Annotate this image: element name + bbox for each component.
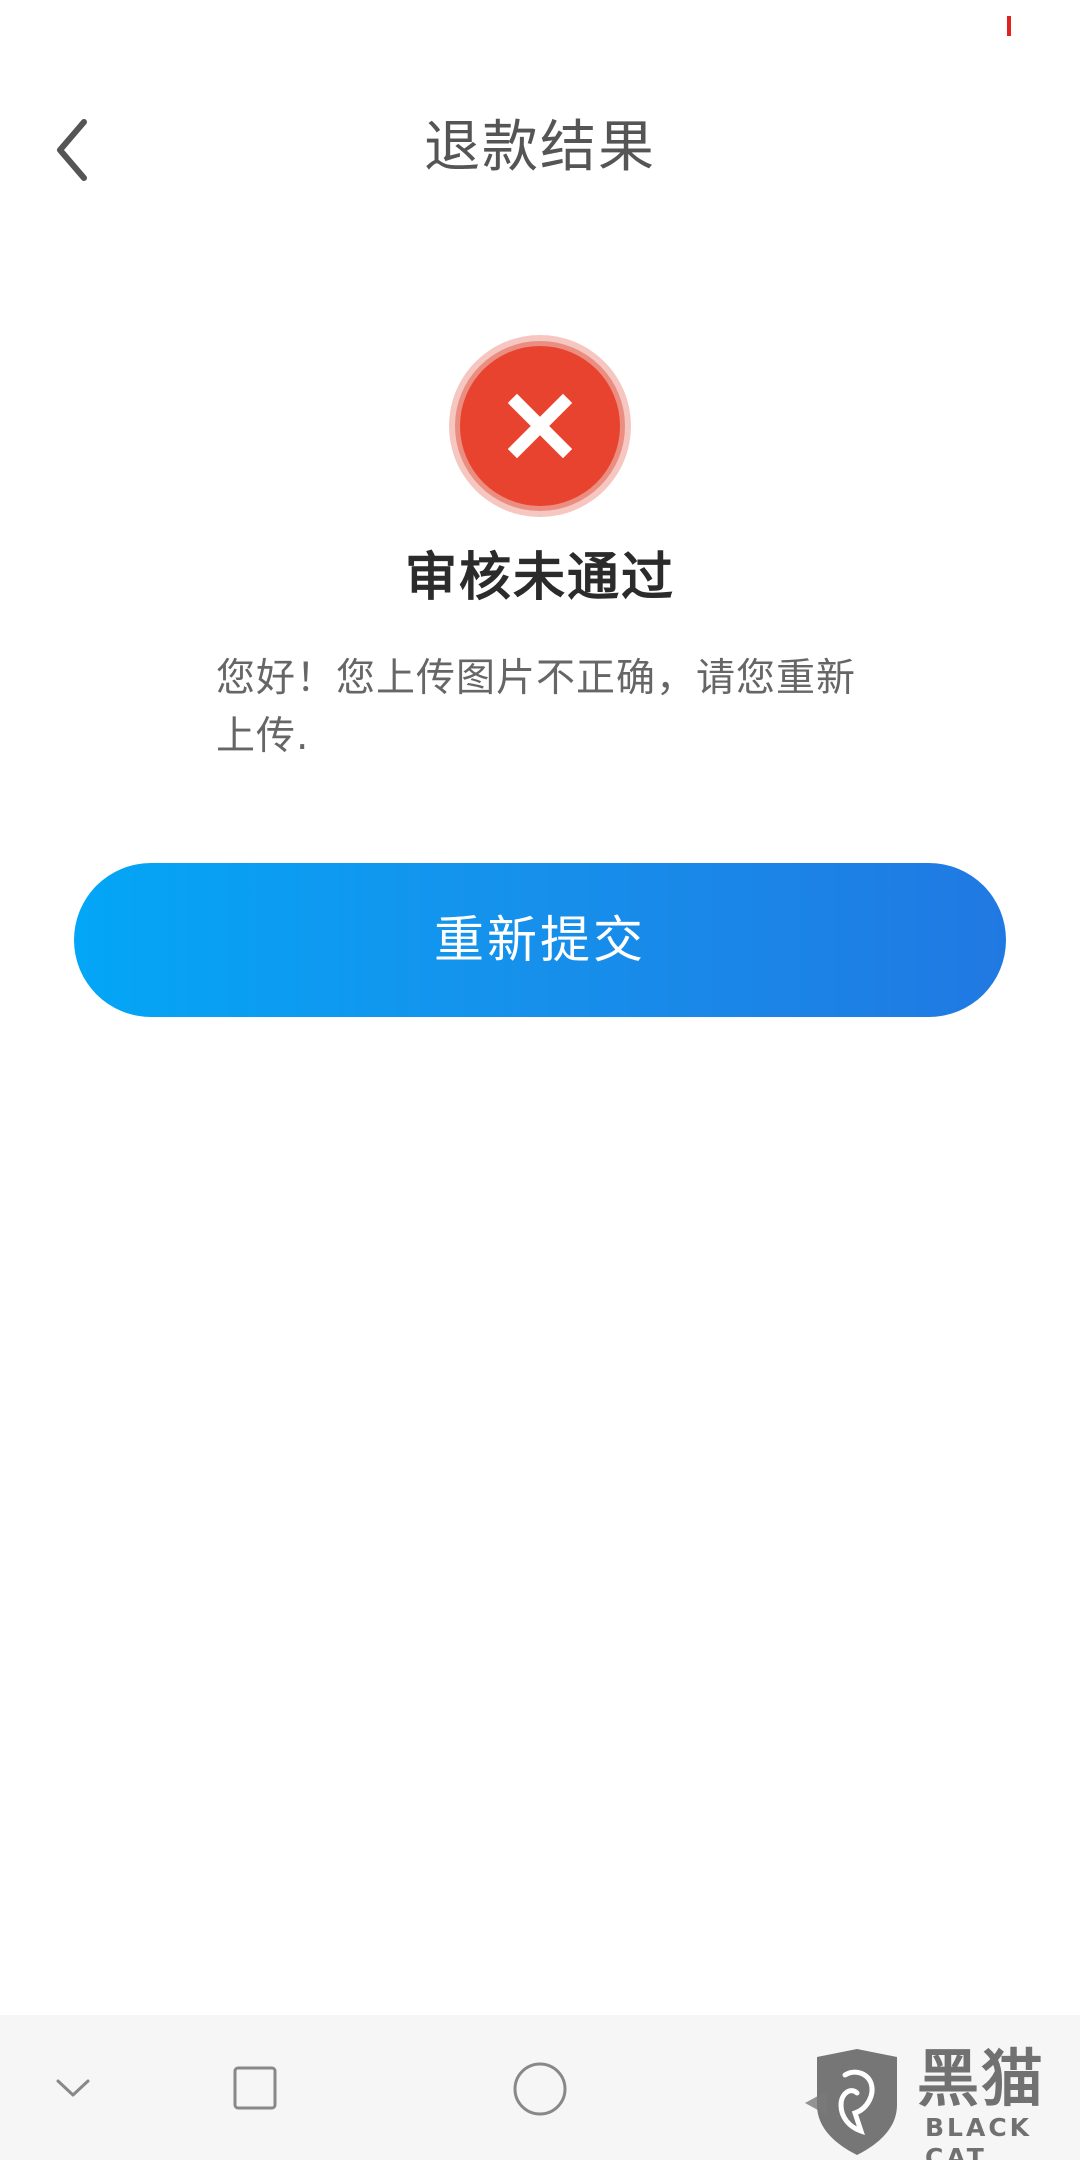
status-icon: [447, 333, 633, 519]
status-bar-indicator: [1007, 16, 1011, 36]
watermark-en-text: BLACK CAT: [925, 2113, 1033, 2160]
chevron-down-icon: [56, 2079, 90, 2097]
nav-recent-button[interactable]: [230, 2063, 280, 2113]
black-cat-shield-icon: [805, 2049, 897, 2155]
square-icon: [233, 2066, 277, 2110]
circle-icon: [513, 2062, 567, 2116]
error-x-icon: [449, 335, 631, 517]
page-title: 退款结果: [424, 115, 656, 180]
header: 退款结果: [0, 60, 1080, 220]
refund-result-screen: 退款结果 审核未通过 您好！您上传图片不正确，请您重新上传. 重新提交 黑猫 B…: [0, 0, 1080, 2160]
result-message: 您好！您上传图片不正确，请您重新上传.: [216, 656, 857, 759]
nav-back-button[interactable]: [48, 2063, 98, 2113]
watermark-cn-text: 黑猫: [917, 2042, 1046, 2115]
resubmit-button[interactable]: 重新提交: [74, 863, 1006, 1017]
result-title: 审核未通过: [404, 548, 675, 608]
nav-home-button[interactable]: [511, 2060, 569, 2118]
watermark: 黑猫 BLACK CAT: [805, 2043, 1080, 2160]
